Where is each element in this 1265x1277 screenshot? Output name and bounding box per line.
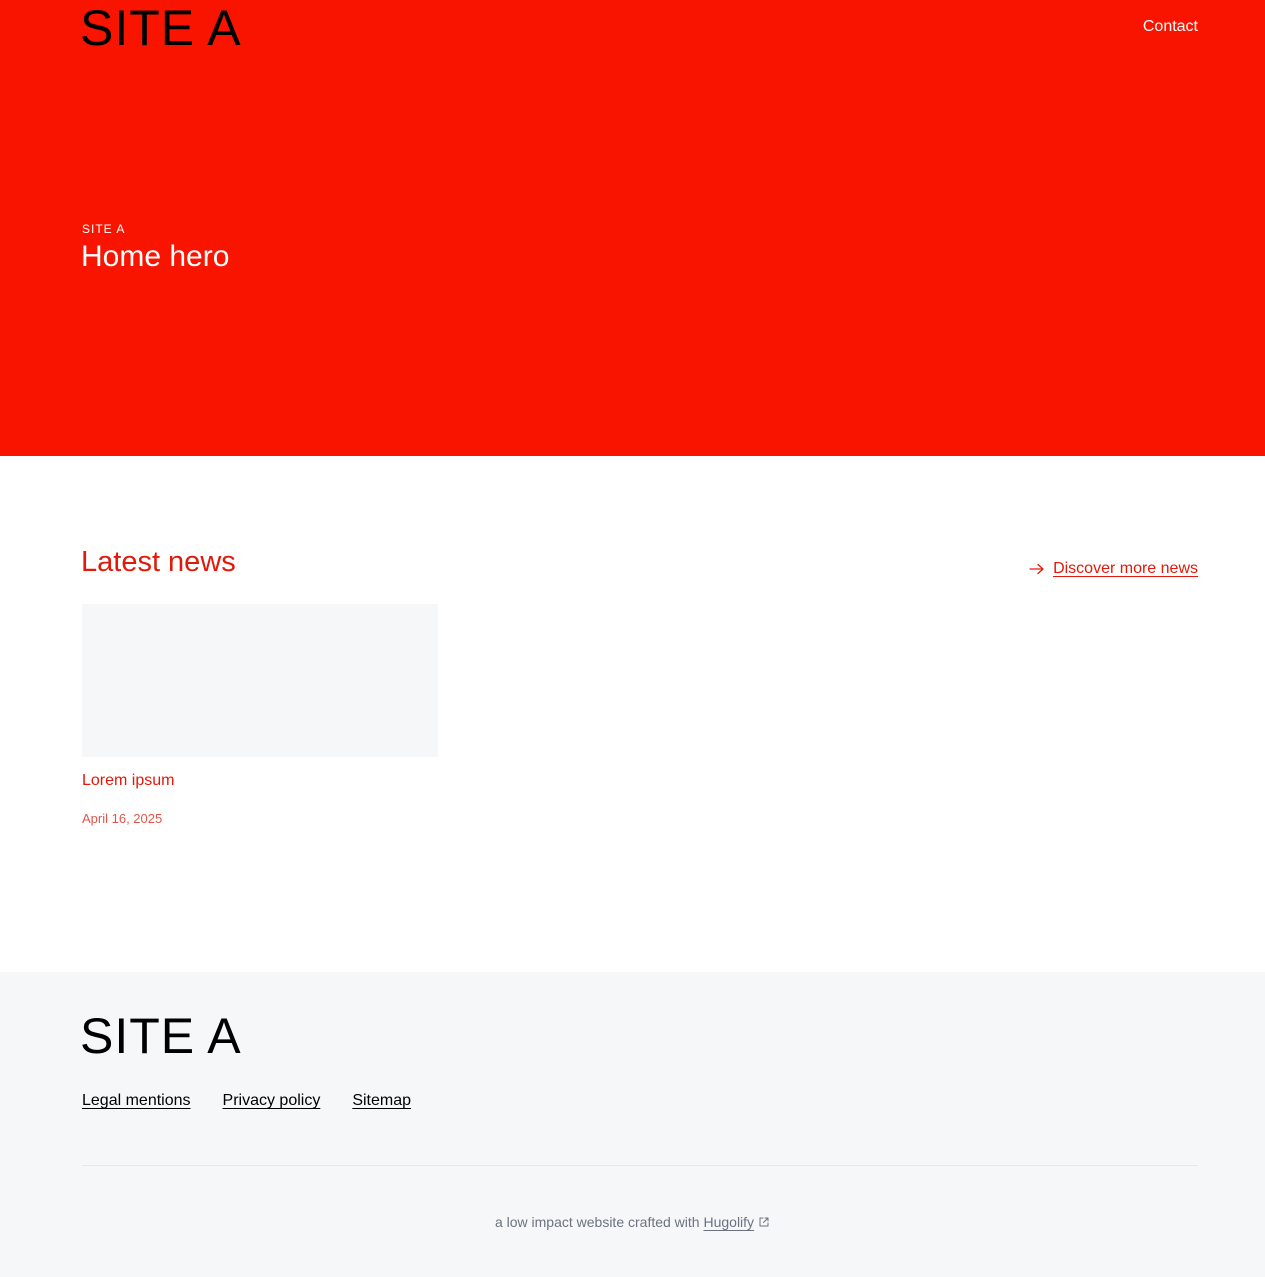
sitemap-link[interactable]: Sitemap — [352, 1092, 411, 1110]
credit-text: a low impact website crafted with — [494, 1214, 700, 1230]
nav-contact-link[interactable]: Contact — [1143, 18, 1198, 36]
hero-title: Home hero — [81, 240, 230, 273]
news-card-title[interactable]: Lorem ipsum — [82, 772, 174, 790]
footer-divider — [82, 1165, 1198, 1166]
footer-links: Legal mentions Privacy policy Sitemap — [82, 1092, 411, 1110]
news-card-date: April 16, 2025 — [82, 811, 163, 826]
legal-mentions-link[interactable]: Legal mentions — [82, 1092, 191, 1110]
site-footer: SITE A Legal mentions Privacy policy Sit… — [0, 972, 1265, 1277]
discover-more-news-label: Discover more news — [1053, 560, 1198, 577]
arrow-right-icon — [1029, 563, 1044, 575]
external-link-icon — [759, 1217, 769, 1227]
site-logo[interactable]: SITE A — [80, 3, 242, 53]
footer-logo[interactable]: SITE A — [80, 1011, 242, 1061]
hero-kicker: SITE A — [82, 222, 126, 236]
hero-section: SITE A Contact SITE A Home hero — [0, 0, 1265, 456]
privacy-policy-link[interactable]: Privacy policy — [223, 1092, 321, 1110]
hugolify-link[interactable]: Hugolify — [703, 1214, 754, 1230]
news-card-image[interactable] — [82, 604, 438, 757]
latest-news-heading: Latest news — [81, 546, 236, 578]
discover-more-news-link[interactable]: Discover more news — [1029, 560, 1198, 578]
footer-credit: a low impact website crafted with Hugoli… — [0, 1214, 1265, 1230]
